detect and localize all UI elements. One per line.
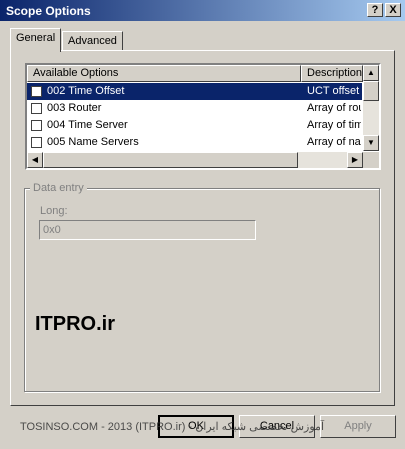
list-item[interactable]: 003 Router Array of rout xyxy=(27,100,362,117)
option-description: Array of rout xyxy=(307,102,361,114)
horizontal-scroll-thumb[interactable] xyxy=(43,152,298,168)
horizontal-scrollbar[interactable]: ◀ ▶ xyxy=(27,152,363,168)
option-checkbox[interactable] xyxy=(31,86,42,97)
column-header-description[interactable]: Description xyxy=(301,65,363,82)
option-description: Array of nam xyxy=(307,136,361,148)
footer-watermark: TOSINSO.COM - 2013 (ITPRO.ir) - آموزش تخ… xyxy=(20,421,324,433)
data-entry-label: Data entry xyxy=(30,182,87,194)
apply-button[interactable]: Apply xyxy=(320,415,396,438)
tab-general[interactable]: General xyxy=(10,28,62,52)
scroll-right-arrow-icon[interactable]: ▶ xyxy=(347,152,363,168)
close-button[interactable]: X xyxy=(385,3,401,17)
data-entry-group xyxy=(24,188,380,392)
scroll-up-arrow-icon[interactable]: ▲ xyxy=(363,65,379,81)
option-checkbox[interactable] xyxy=(31,103,42,114)
option-checkbox[interactable] xyxy=(31,120,42,131)
vertical-scroll-thumb[interactable] xyxy=(363,81,379,101)
vertical-scrollbar[interactable]: ▲ ▼ xyxy=(363,65,379,151)
option-name: 004 Time Server xyxy=(47,119,128,131)
option-description: Array of time xyxy=(307,119,361,131)
options-list[interactable]: Available Options Description 002 Time O… xyxy=(25,63,381,170)
option-description: UCT offset in xyxy=(307,85,361,97)
watermark-text: ITPRO.ir xyxy=(35,313,116,335)
tab-advanced[interactable]: Advanced xyxy=(62,31,123,51)
window-title: Scope Options xyxy=(6,4,91,18)
list-item[interactable]: 004 Time Server Array of time xyxy=(27,117,362,134)
option-checkbox[interactable] xyxy=(31,137,42,148)
help-button[interactable]: ? xyxy=(367,3,383,17)
scroll-left-arrow-icon[interactable]: ◀ xyxy=(27,152,43,168)
option-name: 005 Name Servers xyxy=(47,136,139,148)
long-input[interactable]: 0x0 xyxy=(39,220,256,240)
column-header-available-options[interactable]: Available Options xyxy=(27,65,301,82)
list-item[interactable]: 005 Name Servers Array of nam xyxy=(27,134,362,151)
scroll-corner xyxy=(363,152,379,168)
option-name: 002 Time Offset xyxy=(47,85,125,97)
scroll-down-arrow-icon[interactable]: ▼ xyxy=(363,135,379,151)
long-label: Long: xyxy=(40,205,68,217)
list-item[interactable]: 002 Time Offset UCT offset in xyxy=(27,83,362,100)
option-name: 003 Router xyxy=(47,102,102,114)
